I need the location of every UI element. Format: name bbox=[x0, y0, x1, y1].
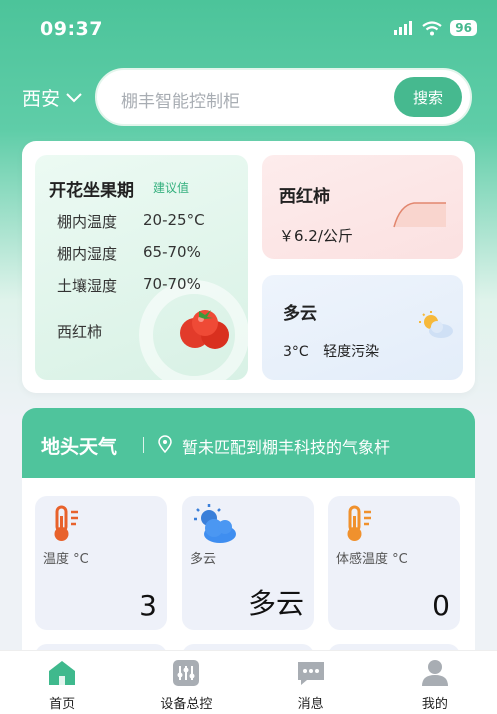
air-quality: 轻度污染 bbox=[323, 344, 380, 360]
thermometer-icon bbox=[347, 505, 371, 541]
weather-tile[interactable]: 多云 多云 bbox=[182, 496, 314, 630]
message-icon bbox=[297, 662, 324, 685]
tile-value: 0 bbox=[432, 589, 450, 622]
nav-label: 设备总控 bbox=[160, 697, 213, 712]
city-selector[interactable]: 西安 bbox=[22, 84, 82, 111]
price-crop-name: 西红柿 bbox=[279, 187, 330, 207]
search-input[interactable]: 棚丰智能控制柜 bbox=[121, 87, 240, 112]
nav-messages[interactable]: 消息 bbox=[261, 651, 361, 714]
divider bbox=[143, 437, 144, 453]
row-label: 土壤湿度 bbox=[57, 277, 118, 295]
chevron-down-icon bbox=[66, 92, 82, 102]
profile-icon bbox=[421, 660, 448, 686]
suggested-tag: 建议值 bbox=[153, 181, 190, 195]
weather-temp: 3°C bbox=[283, 344, 309, 360]
crop-row: 土壤湿度 70-70% bbox=[57, 275, 201, 296]
field-weather-title: 地头天气 bbox=[41, 436, 118, 458]
crop-stage-card[interactable]: 开花坐果期 建议值 棚内温度 20-25°C 棚内湿度 65-70% 土壤湿度 … bbox=[35, 155, 248, 380]
signal-icon bbox=[394, 21, 413, 35]
tile-label: 温度 °C bbox=[43, 552, 89, 567]
search-bar[interactable]: 棚丰智能控制柜 搜索 bbox=[95, 68, 472, 126]
weather-tile[interactable]: 温度 °C 3 bbox=[35, 496, 167, 630]
row-value: 70-70% bbox=[143, 275, 201, 293]
price-card[interactable]: 西红柿 ￥6.2/公斤 bbox=[262, 155, 463, 259]
tile-value: 3 bbox=[139, 589, 157, 622]
control-panel-icon bbox=[173, 660, 200, 686]
battery-indicator: 96 bbox=[450, 20, 477, 36]
weather-tile[interactable]: 体感温度 °C 0 bbox=[328, 496, 460, 630]
price-trend-icon bbox=[393, 202, 446, 228]
row-value: 65-70% bbox=[143, 243, 201, 261]
nav-label: 我的 bbox=[421, 697, 448, 712]
weather-condition: 多云 bbox=[283, 304, 317, 324]
nav-home[interactable]: 首页 bbox=[12, 651, 112, 714]
row-label: 棚内温度 bbox=[57, 213, 118, 231]
tile-value: 多云 bbox=[247, 587, 304, 620]
city-label: 西安 bbox=[22, 88, 61, 110]
nav-label: 消息 bbox=[297, 697, 324, 712]
tile-label: 体感温度 °C bbox=[336, 552, 408, 567]
crop-stage-title: 开花坐果期 bbox=[49, 181, 134, 201]
tomato-icon bbox=[180, 310, 229, 349]
row-label: 棚内湿度 bbox=[57, 245, 118, 263]
row-value: 20-25°C bbox=[143, 211, 205, 229]
status-time: 09:37 bbox=[40, 18, 103, 40]
field-weather-message: 暂未匹配到棚丰科技的气象杆 bbox=[182, 438, 391, 457]
price-value: ￥6.2/公斤 bbox=[279, 227, 353, 245]
crop-name: 西红柿 bbox=[57, 323, 103, 341]
partly-cloudy-icon bbox=[419, 311, 453, 338]
nav-profile[interactable]: 我的 bbox=[385, 651, 485, 714]
nav-label: 首页 bbox=[49, 697, 76, 712]
status-icons: 96 bbox=[394, 20, 477, 36]
bottom-nav: 首页 设备总控 消息 我的 bbox=[0, 650, 497, 714]
thermometer-icon bbox=[54, 505, 78, 541]
tile-label: 多云 bbox=[190, 552, 217, 567]
wifi-icon bbox=[422, 20, 442, 35]
weather-detail: 3°C 轻度污染 bbox=[283, 341, 379, 361]
cloudy-icon bbox=[194, 504, 236, 543]
crop-row: 棚内温度 20-25°C bbox=[57, 211, 205, 232]
location-pin-icon bbox=[158, 435, 172, 453]
search-button[interactable]: 搜索 bbox=[394, 77, 462, 117]
nav-control[interactable]: 设备总控 bbox=[136, 651, 236, 714]
home-icon bbox=[49, 661, 76, 685]
crop-row: 棚内湿度 65-70% bbox=[57, 243, 201, 264]
weather-card[interactable]: 多云 3°C 轻度污染 bbox=[262, 275, 463, 380]
field-weather-header: 地头天气 暂未匹配到棚丰科技的气象杆 bbox=[22, 408, 475, 478]
